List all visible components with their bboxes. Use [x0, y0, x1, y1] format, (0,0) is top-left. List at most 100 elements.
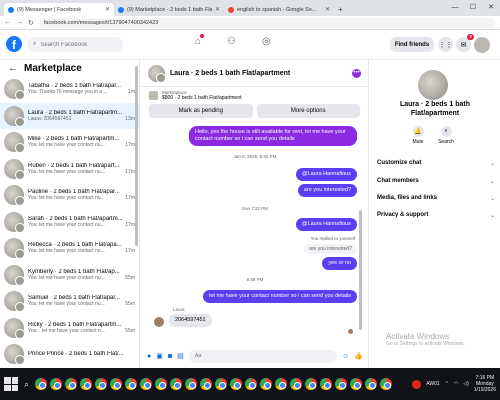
chrome-taskbar-icon[interactable]: [200, 378, 213, 390]
sidebar-scrollbar[interactable]: [135, 66, 138, 246]
mute-label: Mute: [412, 139, 424, 145]
account-avatar[interactable]: [474, 37, 490, 53]
new-tab-icon[interactable]: +: [334, 5, 347, 16]
mention-message[interactable]: @Laura Hannafious: [295, 218, 357, 231]
media-files-section[interactable]: Media, files and links ⌄: [377, 195, 495, 202]
chrome-taskbar-icon[interactable]: [335, 378, 348, 390]
message-input[interactable]: [188, 349, 338, 363]
weather-label[interactable]: AW01: [426, 381, 439, 387]
url-field[interactable]: facebook.com/messages/t/1379047400342423: [38, 17, 496, 28]
forward-icon[interactable]: →: [16, 19, 23, 26]
chrome-taskbar-icon[interactable]: [95, 378, 108, 390]
close-tab-icon[interactable]: ✕: [105, 6, 110, 13]
chrome-taskbar-icon[interactable]: [320, 378, 333, 390]
browser-tab-marketplace[interactable]: (9) Marketplace - 2 beds 1 bath Flat/...…: [114, 3, 224, 16]
conversation-item[interactable]: Pauline · 2 beds 1 bath Flat/apar... You:…: [0, 182, 139, 209]
chrome-taskbar-icon[interactable]: [185, 378, 198, 390]
back-arrow-icon[interactable]: ←: [8, 63, 18, 74]
conversation-item[interactable]: Ricky · 2 beds 1 bath Flat/apartm... You:…: [0, 315, 139, 342]
conversation-item[interactable]: Mike · 2 beds 1 bath Flat/apartm... You: …: [0, 129, 139, 156]
chrome-taskbar-icon[interactable]: [110, 378, 123, 390]
chrome-taskbar-icon[interactable]: [50, 378, 63, 390]
chat-title[interactable]: Laura · 2 beds 1 bath Flat/apartment: [170, 70, 347, 77]
mention-message[interactable]: @Laura Hannafious: [295, 168, 357, 181]
more-options-button[interactable]: More options: [256, 104, 360, 118]
thumbs-up-icon[interactable]: 👍: [354, 352, 363, 360]
close-tab-icon[interactable]: ✕: [215, 6, 220, 13]
info-icon[interactable]: •••: [352, 68, 361, 78]
chrome-taskbar-icon[interactable]: [65, 378, 78, 390]
chrome-taskbar-icon[interactable]: [275, 378, 288, 390]
contact-photo[interactable]: [418, 70, 448, 100]
privacy-support-section[interactable]: Privacy & support ⌄: [377, 212, 495, 219]
chrome-taskbar-icon[interactable]: [155, 378, 168, 390]
outgoing-message[interactable]: yes or no: [322, 257, 357, 270]
groups-icon[interactable]: ◎: [262, 36, 271, 47]
mark-pending-button[interactable]: Mark as pending: [149, 104, 253, 118]
quoted-message[interactable]: are you interested?: [304, 244, 357, 254]
listing-card[interactable]: Marketplace $800 · 2 beds 1 bath Flat/ap…: [141, 87, 368, 104]
listing-avatar: [4, 132, 25, 154]
sticker-icon[interactable]: ◙: [168, 353, 172, 360]
chat-scrollbar[interactable]: [359, 210, 362, 330]
chrome-taskbar-icon[interactable]: [350, 378, 363, 390]
conversation-item[interactable]: Sarah · 2 beds 1 bath Flat/apartm... You:…: [0, 209, 139, 236]
emoji-icon[interactable]: ☺: [342, 353, 349, 360]
conversation-item[interactable]: Kymberly · 2 beds 1 bath Flat/ap... You: …: [0, 262, 139, 289]
windows-start-icon[interactable]: [4, 377, 18, 391]
conversation-item[interactable]: Rebecca · 2 beds 1 bath Flat/apa... You: …: [0, 235, 139, 262]
conversation-item[interactable]: Samuel · 2 beds 1 bath Flat/apar... You: …: [0, 288, 139, 315]
chrome-taskbar-icon[interactable]: [230, 378, 243, 390]
clock[interactable]: 7:16 PM Monday 1/19/2026: [474, 375, 496, 393]
chrome-taskbar-icon[interactable]: [290, 378, 303, 390]
outgoing-message[interactable]: are you interested?: [297, 184, 357, 197]
chat-members-section[interactable]: Chat members ⌄: [377, 178, 495, 185]
find-friends-button[interactable]: Find friends: [390, 37, 434, 52]
close-tab-icon[interactable]: ✕: [325, 6, 330, 13]
browser-tab-messenger[interactable]: (9) Messenger | Facebook ✕: [4, 3, 114, 16]
conversation-item[interactable]: Tabatha · 2 beds 1 bath Flat/apar... You:…: [0, 76, 139, 103]
conversation-item[interactable]: Laura · 2 beds 1 bath Flat/apartm... Laur…: [0, 102, 139, 129]
conversation-preview: You: let me have your contact nu...: [28, 168, 105, 175]
back-icon[interactable]: ←: [4, 19, 11, 26]
customize-chat-section[interactable]: Customize chat ⌄: [377, 160, 495, 167]
maximize-icon[interactable]: ☐: [464, 0, 482, 14]
reload-icon[interactable]: ↻: [28, 19, 34, 27]
tray-arrow-icon[interactable]: ⌃: [445, 381, 449, 387]
chrome-taskbar-icon[interactable]: [245, 378, 258, 390]
chrome-taskbar-icon[interactable]: [35, 378, 48, 390]
menu-grid-icon[interactable]: ⋮⋮: [438, 37, 453, 52]
messenger-icon[interactable]: ✉ 9: [456, 34, 474, 52]
chrome-taskbar-icon[interactable]: [170, 378, 183, 390]
close-window-icon[interactable]: ✕: [482, 0, 500, 14]
image-icon[interactable]: ▣: [156, 352, 163, 360]
outgoing-message[interactable]: Hello, yes the house is still available …: [189, 126, 357, 146]
chrome-taskbar-icon[interactable]: [125, 378, 138, 390]
wifi-icon[interactable]: ◠: [454, 381, 458, 387]
conversation-item[interactable]: Prince Prince · 2 beds 1 bath Flat/...: [0, 341, 139, 368]
minimize-icon[interactable]: —: [446, 0, 464, 14]
chrome-taskbar-icon[interactable]: [380, 378, 393, 390]
search-icon[interactable]: ⌕: [24, 379, 29, 390]
sender-avatar[interactable]: [154, 317, 164, 327]
chrome-taskbar-icon[interactable]: [260, 378, 273, 390]
volume-icon[interactable]: ◁): [463, 381, 469, 387]
browser-tab-google[interactable]: english to spanish - Google Se... ✕: [224, 3, 334, 16]
home-icon[interactable]: ⌂: [195, 34, 205, 47]
facebook-logo-icon[interactable]: f: [6, 36, 22, 52]
chrome-taskbar-icon[interactable]: [215, 378, 228, 390]
chrome-taskbar-icon[interactable]: [365, 378, 378, 390]
incoming-message[interactable]: 2064597451: [169, 314, 212, 327]
search-conversation-button[interactable]: ⌕ Search: [436, 126, 456, 145]
chrome-taskbar-icon[interactable]: [80, 378, 93, 390]
search-input[interactable]: [40, 41, 111, 48]
mute-button[interactable]: 🔔 Mute: [408, 126, 428, 145]
gif-icon[interactable]: ▤: [177, 352, 184, 360]
chrome-taskbar-icon[interactable]: [305, 378, 318, 390]
facebook-search[interactable]: ⌕: [27, 37, 123, 52]
microphone-icon[interactable]: ●: [147, 353, 151, 360]
chrome-taskbar-icon[interactable]: [140, 378, 153, 390]
outgoing-message[interactable]: let me have your contact number so i can…: [203, 290, 357, 303]
friends-icon[interactable]: ⚇: [227, 36, 236, 47]
conversation-item[interactable]: Ruben · 2 beds 1 bath Flat/apart... You: …: [0, 156, 139, 183]
